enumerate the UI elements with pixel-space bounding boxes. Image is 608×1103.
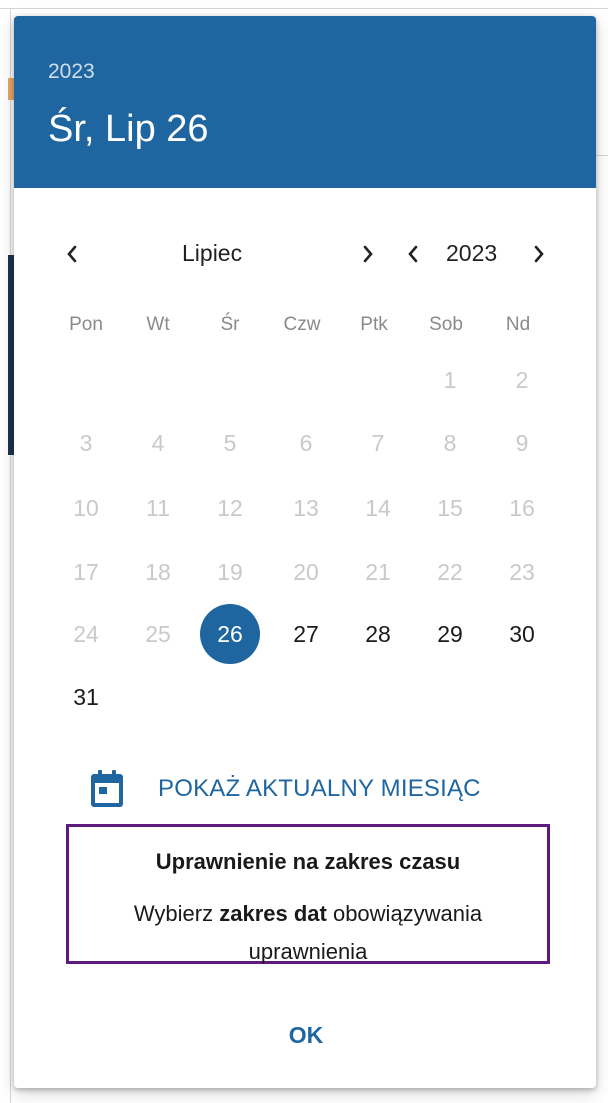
day-cell[interactable]: 29 (420, 604, 480, 664)
day-cell: 22 (437, 558, 463, 585)
hint-body-prefix: Wybierz (133, 901, 220, 926)
day-cell: 21 (365, 558, 391, 585)
weekday-fri: Ptk (360, 314, 388, 335)
day-cell: 2 (515, 366, 529, 393)
day-cell: 25 (145, 620, 171, 647)
weekday-thu: Czw (283, 314, 321, 335)
day-cell[interactable]: 31 (56, 667, 116, 727)
day-cell[interactable]: 28 (348, 604, 408, 664)
day-cell: 13 (293, 494, 319, 521)
day-cell-selected[interactable]: 26 (200, 604, 260, 664)
calendar-icon (91, 770, 123, 807)
day-cell[interactable]: 27 (276, 604, 336, 664)
weekday-wed: Śr (220, 314, 240, 335)
day-cell: 10 (73, 494, 99, 521)
day-cell: 19 (217, 558, 243, 585)
show-current-month-button[interactable]: POKAŻ AKTUALNY MIESIĄC (90, 766, 530, 812)
weekday-mon: Pon (69, 314, 103, 335)
hint-body: Wybierz zakres dat obowiązywania uprawni… (79, 895, 537, 971)
background-divider (596, 155, 608, 156)
day-cell: 16 (509, 494, 535, 521)
date-picker-dialog: 2023 Śr, Lip 26 Lipiec 2023 Pon Wt Śr Cz… (14, 16, 596, 1088)
day-cell: 4 (151, 429, 165, 456)
header-selected-date[interactable]: Śr, Lip 26 (48, 108, 209, 151)
show-current-month-label: POKAŻ AKTUALNY MIESIĄC (158, 775, 481, 802)
previous-month-button[interactable] (57, 234, 87, 274)
background-border (10, 8, 11, 1103)
ok-button[interactable]: OK (274, 1016, 338, 1054)
previous-year-button[interactable] (398, 234, 428, 274)
weekday-sat: Sob (429, 314, 463, 335)
picker-header: 2023 Śr, Lip 26 (14, 16, 596, 188)
weekday-sun: Nd (505, 314, 531, 335)
day-cell: 17 (73, 558, 99, 585)
day-cell: 6 (299, 429, 313, 456)
background-divider (0, 8, 608, 9)
hint-title: Uprawnienie na zakres czasu (155, 849, 461, 874)
day-cell: 15 (437, 494, 463, 521)
header-year[interactable]: 2023 (48, 60, 95, 84)
day-cell: 1 (443, 366, 457, 393)
day-cell: 7 (371, 429, 385, 456)
chevron-right-icon (363, 245, 373, 263)
day-cell: 3 (79, 429, 93, 456)
date-range-hint: Uprawnienie na zakres czasu Wybierz zakr… (66, 824, 550, 964)
day-cell: 18 (145, 558, 171, 585)
day-cell: 14 (365, 494, 391, 521)
day-cell[interactable]: 30 (492, 604, 552, 664)
hint-body-bold: zakres dat (219, 901, 327, 926)
day-cell: 23 (509, 558, 535, 585)
day-cell: 11 (146, 494, 170, 521)
next-month-button[interactable] (353, 234, 383, 274)
chevron-left-icon (67, 245, 77, 263)
chevron-left-icon (408, 245, 418, 263)
month-navigation: Lipiec 2023 (14, 234, 596, 274)
day-cell: 8 (443, 429, 457, 456)
next-year-button[interactable] (524, 234, 554, 274)
day-cell: 20 (293, 558, 319, 585)
day-cell: 12 (217, 494, 243, 521)
month-label: Lipiec (182, 240, 243, 266)
day-cell: 9 (515, 429, 529, 456)
weekday-tue: Wt (146, 314, 170, 335)
chevron-right-icon (534, 245, 544, 263)
day-cell: 24 (73, 620, 99, 647)
day-cell: 5 (223, 429, 237, 456)
year-label: 2023 (446, 240, 498, 266)
